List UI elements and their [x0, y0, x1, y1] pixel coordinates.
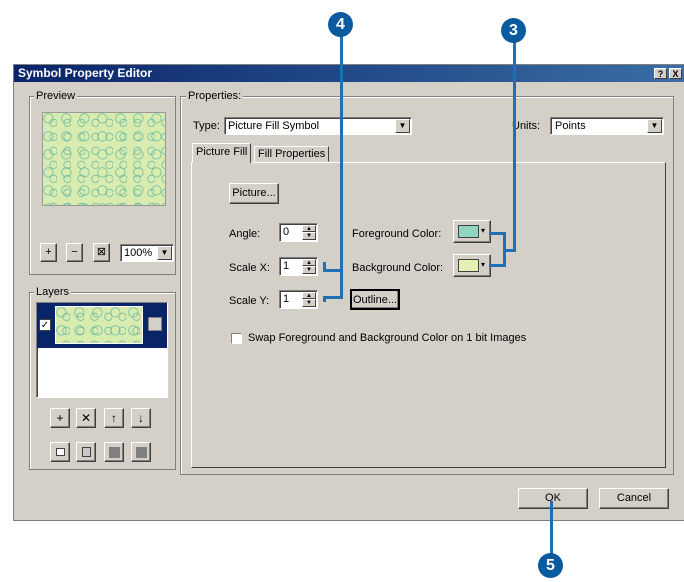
background-color-label: Background Color:: [352, 262, 444, 274]
move-layer-down-button[interactable]: ↓: [131, 408, 151, 428]
swap-colors-label: Swap Foreground and Background Color on …: [248, 332, 527, 344]
units-select[interactable]: Points ▼: [550, 117, 664, 135]
combine-layers-button[interactable]: [104, 442, 124, 462]
angle-label: Angle:: [229, 228, 261, 240]
preview-image: [42, 112, 166, 206]
chevron-up-icon[interactable]: ▲: [302, 292, 316, 299]
add-layer-button[interactable]: +: [50, 408, 70, 428]
cancel-button[interactable]: Cancel: [599, 488, 669, 509]
chevron-down-icon[interactable]: ▼: [302, 266, 316, 274]
properties-group-label: Properties:: [186, 90, 244, 102]
scale-y-stepper[interactable]: 1 ▲ ▼: [279, 290, 318, 309]
swap-colors-checkbox[interactable]: [231, 333, 242, 344]
layers-group-label: Layers: [34, 286, 72, 298]
chevron-down-icon[interactable]: ▼: [302, 299, 316, 307]
fit-to-preview-button[interactable]: ⊠: [93, 243, 110, 262]
callout-4-leader: [323, 262, 326, 272]
layer-thumbnail: [55, 306, 143, 344]
preview-group-label: Preview: [34, 90, 78, 102]
scale-x-value: 1: [283, 260, 290, 272]
picture-button[interactable]: Picture...: [229, 183, 279, 204]
scale-y-value: 1: [283, 293, 290, 305]
chevron-down-icon[interactable]: ▼: [157, 246, 172, 260]
angle-value: 0: [283, 226, 290, 238]
callout-4: 4: [328, 12, 353, 37]
zoom-select[interactable]: 100% ▼: [120, 244, 174, 262]
paste-icon: [82, 447, 91, 457]
units-value: Points: [555, 120, 586, 132]
background-color-button[interactable]: ▾: [453, 254, 491, 277]
type-select[interactable]: Picture Fill Symbol ▼: [224, 117, 412, 135]
tab-panel: [191, 162, 666, 468]
copy-icon: [56, 448, 65, 456]
scale-y-label: Scale Y:: [229, 295, 270, 307]
separate-layers-button[interactable]: [131, 442, 151, 462]
outline-button[interactable]: Outline...: [350, 289, 400, 310]
chevron-down-icon: ▾: [481, 260, 486, 269]
zoom-in-icon: +: [45, 246, 52, 258]
scale-x-label: Scale X:: [229, 262, 270, 274]
callout-3-leader: [503, 249, 516, 252]
background-color-swatch: [458, 259, 479, 272]
scale-x-stepper[interactable]: 1 ▲ ▼: [279, 257, 318, 276]
zoom-value: 100%: [124, 247, 153, 259]
paste-layer-button[interactable]: [76, 442, 96, 462]
window-title: Symbol Property Editor: [18, 66, 153, 80]
help-button[interactable]: ?: [654, 68, 667, 79]
zoom-out-button[interactable]: −: [66, 243, 83, 262]
ok-button[interactable]: OK: [518, 488, 588, 509]
type-label: Type:: [193, 120, 220, 132]
tab-fill-properties[interactable]: Fill Properties: [254, 146, 330, 162]
chevron-up-icon[interactable]: ▲: [302, 259, 316, 266]
chevron-down-icon: ▾: [481, 226, 486, 235]
copy-layer-button[interactable]: [50, 442, 70, 462]
type-value: Picture Fill Symbol: [228, 120, 320, 132]
units-label: Units:: [512, 120, 541, 132]
layer-visibility-checkbox[interactable]: ✓: [39, 319, 51, 331]
combine-icon: [109, 447, 120, 458]
separate-icon: [136, 447, 147, 458]
callout-4-leader: [340, 30, 343, 272]
callout-4-leader: [340, 269, 343, 299]
close-button[interactable]: X: [669, 68, 682, 79]
foreground-color-swatch: [458, 225, 479, 238]
fit-icon: ⊠: [96, 246, 107, 258]
chevron-down-icon[interactable]: ▼: [302, 232, 316, 240]
angle-stepper[interactable]: 0 ▲ ▼: [279, 223, 318, 242]
callout-5-leader: [550, 501, 553, 556]
zoom-out-icon: −: [71, 246, 78, 258]
zoom-in-button[interactable]: +: [40, 243, 57, 262]
chevron-down-icon[interactable]: ▼: [395, 119, 410, 133]
chevron-down-icon[interactable]: ▼: [647, 119, 662, 133]
foreground-color-label: Foreground Color:: [352, 228, 442, 240]
callout-3: 3: [501, 18, 526, 43]
delete-layer-button[interactable]: ✕: [76, 408, 96, 428]
callout-3-leader: [513, 37, 516, 252]
layer-lock-icon[interactable]: [148, 317, 162, 331]
chevron-up-icon[interactable]: ▲: [302, 225, 316, 232]
tab-picture-fill[interactable]: Picture Fill: [192, 143, 252, 163]
move-layer-up-button[interactable]: ↑: [104, 408, 124, 428]
foreground-color-button[interactable]: ▾: [453, 220, 491, 243]
callout-4-leader: [323, 296, 326, 302]
callout-5: 5: [538, 553, 563, 578]
